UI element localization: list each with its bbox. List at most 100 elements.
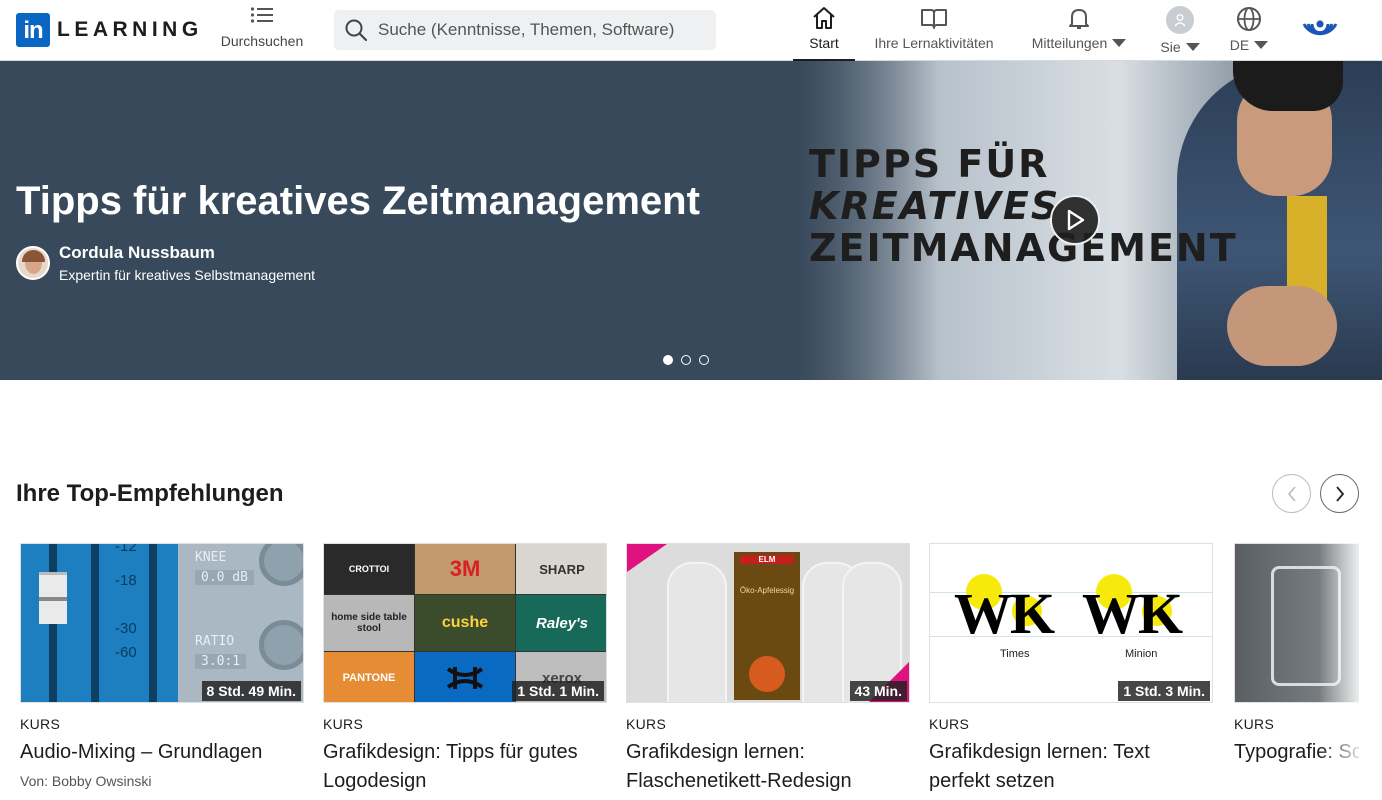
thumb-text: KNEE bbox=[195, 550, 227, 565]
course-title[interactable]: Grafikdesign lernen: Text perfekt setzen bbox=[929, 738, 1213, 796]
author-avatar bbox=[16, 246, 50, 280]
nav-me-label: Sie bbox=[1160, 39, 1181, 55]
logo-wordmark: LEARNING bbox=[57, 18, 203, 41]
nav-notifications-label: Mitteilungen bbox=[1031, 35, 1108, 51]
chevron-down-icon bbox=[1254, 41, 1269, 49]
nav-start-label: Start bbox=[809, 35, 839, 51]
bottle-shape bbox=[667, 562, 727, 702]
corner-accent bbox=[627, 544, 667, 572]
thumb-glyphs: WK bbox=[954, 581, 1055, 646]
course-thumbnail[interactable]: -12 -18 -30 -60 KNEE 0.0 dB RATIO 3.0:1 … bbox=[20, 543, 304, 703]
thumb-text: 0.0 dB bbox=[195, 570, 254, 585]
nav-start[interactable]: Start bbox=[793, 6, 855, 61]
browse-menu-button[interactable]: Durchsuchen bbox=[212, 6, 312, 56]
apple-image bbox=[749, 656, 785, 692]
course-title[interactable]: Audio-Mixing – Grundlagen bbox=[20, 738, 304, 767]
nav-activities-label: Ihre Lernaktivitäten bbox=[874, 35, 994, 51]
carousel-dot[interactable] bbox=[681, 355, 691, 365]
thumb-text: -30 bbox=[115, 620, 137, 637]
art-line-3: ZEITMANAGEMENT bbox=[809, 226, 1238, 270]
play-icon bbox=[1067, 209, 1085, 231]
carousel-dot[interactable] bbox=[699, 355, 709, 365]
content-type-label: KURS bbox=[323, 716, 364, 732]
thumb-logo: SHARP bbox=[516, 544, 606, 594]
linkedin-in-logo-icon: in bbox=[16, 13, 50, 47]
thumb-text: -12 bbox=[115, 543, 137, 555]
recommendation-carousel: -12 -18 -30 -60 KNEE 0.0 dB RATIO 3.0:1 … bbox=[20, 543, 1359, 800]
nav-language[interactable]: DE bbox=[1226, 6, 1272, 61]
content-type-label: KURS bbox=[929, 716, 970, 732]
course-card[interactable]: ELM Öko-Apfelessig 43 Min. KURS Grafikde… bbox=[626, 543, 910, 796]
art-line-1: TIPPS FÜR bbox=[809, 142, 1050, 186]
play-button[interactable] bbox=[1050, 195, 1100, 245]
carousel-next-button[interactable] bbox=[1320, 474, 1359, 513]
bottle-label: ELM Öko-Apfelessig bbox=[734, 552, 800, 700]
thumb-text: RATIO bbox=[195, 634, 235, 649]
thumb-logo: PANTONE bbox=[324, 652, 414, 702]
nav-language-label: DE bbox=[1229, 37, 1250, 53]
section-title: Ihre Top-Empfehlungen bbox=[16, 480, 284, 507]
thumb-logo: CROTTOI bbox=[324, 544, 414, 594]
organization-logo[interactable] bbox=[1300, 10, 1340, 50]
dial bbox=[259, 544, 303, 586]
thumb-text: 3.0:1 bbox=[195, 654, 247, 669]
user-avatar bbox=[1166, 6, 1194, 34]
organization-logo-icon bbox=[1302, 20, 1338, 36]
course-card[interactable]: -12 -18 -30 -60 KNEE 0.0 dB RATIO 3.0:1 … bbox=[20, 543, 304, 789]
bell-icon bbox=[1069, 9, 1089, 29]
course-thumbnail[interactable]: WK WK Times Minion 1 Std. 3 Min. bbox=[929, 543, 1213, 703]
hero-course-title[interactable]: Tipps für kreatives Zeitmanagement bbox=[16, 179, 700, 224]
art-line-2: KREATIVES bbox=[809, 184, 1061, 228]
carousel-pagination bbox=[663, 355, 717, 365]
hero-author[interactable]: Cordula Nussbaum Expertin für kreatives … bbox=[16, 243, 315, 283]
course-title[interactable]: Grafikdesign lernen: Flaschenetikett-Red… bbox=[626, 738, 910, 796]
thumb-caption: Times bbox=[1000, 648, 1030, 660]
chevron-right-icon bbox=[1335, 485, 1344, 502]
duration-badge: 1 Std. 3 Min. bbox=[1118, 681, 1210, 701]
course-title[interactable]: Grafikdesign: Tipps für gutes Logodesign bbox=[323, 738, 607, 796]
thumb-logo: home side table stool bbox=[324, 595, 414, 651]
course-card[interactable]: CROTTOI 3M SHARP home side table stool c… bbox=[323, 543, 607, 796]
nav-me[interactable]: Sie bbox=[1156, 6, 1204, 61]
course-card[interactable]: WK WK Times Minion 1 Std. 3 Min. KURS Gr… bbox=[929, 543, 1213, 796]
chevron-down-icon bbox=[1185, 43, 1200, 51]
duration-badge: 8 Std. 49 Min. bbox=[201, 681, 301, 701]
course-author: Von: Bobby Owsinski bbox=[20, 773, 152, 789]
search-input[interactable] bbox=[378, 20, 698, 40]
author-name: Cordula Nussbaum bbox=[59, 243, 215, 262]
chevron-left-icon bbox=[1287, 485, 1296, 502]
home-icon bbox=[813, 7, 835, 29]
fader-knob bbox=[39, 572, 67, 624]
dial bbox=[259, 620, 303, 670]
course-thumbnail[interactable]: CROTTOI 3M SHARP home side table stool c… bbox=[323, 543, 607, 703]
course-thumbnail[interactable]: ELM Öko-Apfelessig 43 Min. bbox=[626, 543, 910, 703]
linkedin-learning-logo[interactable]: in LEARNING bbox=[16, 13, 203, 47]
thumb-logo: cushe bbox=[415, 595, 515, 651]
carousel-prev-button[interactable] bbox=[1272, 474, 1311, 513]
thumb-text: -18 bbox=[115, 572, 137, 589]
author-role: Expertin für kreatives Selbstmanagement bbox=[59, 267, 316, 283]
hero-person-hair bbox=[1233, 61, 1343, 111]
hero-banner[interactable]: TIPPS FÜR KREATIVES ZEITMANAGEMENT Tipps… bbox=[0, 61, 1382, 380]
hero-course-thumbnail[interactable]: TIPPS FÜR KREATIVES ZEITMANAGEMENT bbox=[797, 61, 1382, 380]
duration-badge: 43 Min. bbox=[849, 681, 907, 701]
carousel-dot[interactable] bbox=[663, 355, 673, 365]
thumb-text: Öko-Apfelessig bbox=[739, 586, 795, 595]
mixer-fader bbox=[149, 544, 157, 702]
thumb-logo: 3M bbox=[415, 544, 515, 594]
globe-icon bbox=[1237, 7, 1261, 31]
brand-logo-icon bbox=[446, 667, 484, 689]
hero-thumbnail-title-art: TIPPS FÜR KREATIVES ZEITMANAGEMENT bbox=[809, 143, 1238, 269]
search-icon bbox=[345, 19, 368, 42]
content-type-label: KURS bbox=[20, 716, 61, 732]
thumb-logo: Raley's bbox=[516, 595, 606, 651]
nav-learning-activities[interactable]: Ihre Lernaktivitäten bbox=[866, 6, 1002, 61]
search-bar[interactable] bbox=[334, 10, 716, 50]
thumb-glyphs: WK bbox=[1082, 581, 1183, 646]
person-icon bbox=[1174, 14, 1186, 27]
mixer-fader bbox=[91, 544, 99, 702]
nav-notifications[interactable]: Mitteilungen bbox=[1024, 6, 1134, 61]
browse-label: Durchsuchen bbox=[220, 33, 304, 49]
thumb-logo bbox=[415, 652, 515, 702]
carousel-edge-fade bbox=[1319, 543, 1359, 800]
